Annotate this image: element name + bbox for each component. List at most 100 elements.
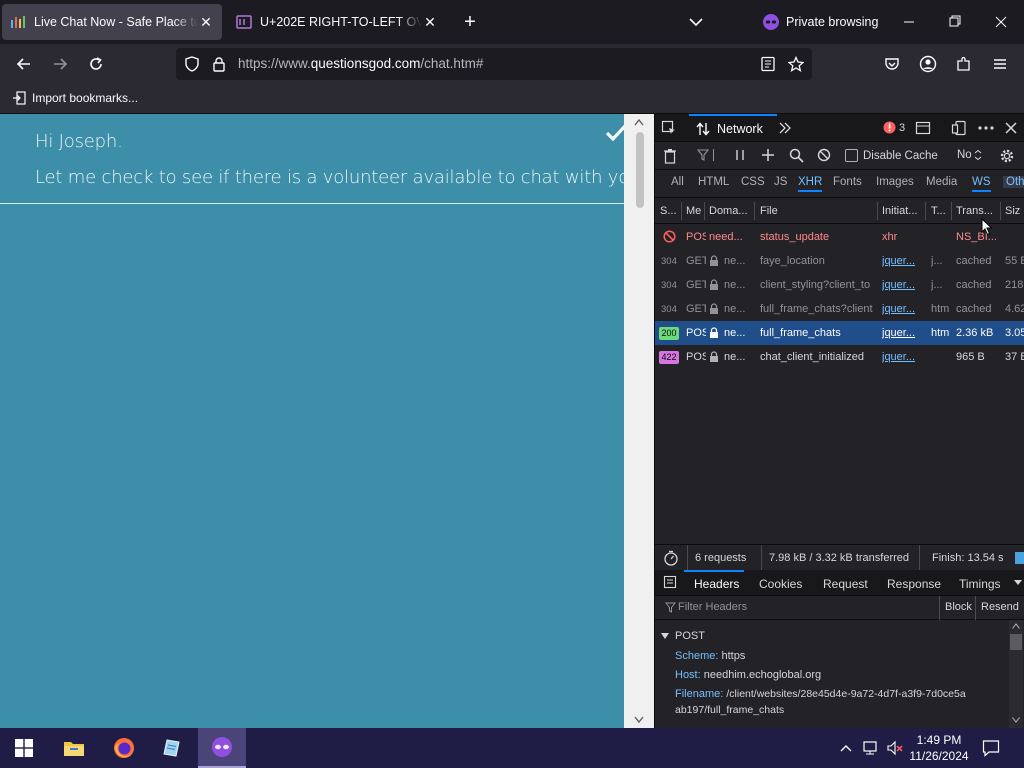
request-row[interactable]: POST need... status_update xhr NS_BI... [655, 225, 1024, 249]
col-transferred[interactable]: Trans... [956, 205, 998, 217]
pocket-icon[interactable] [878, 50, 906, 78]
tab-close-icon[interactable]: ✕ [198, 14, 214, 30]
scroll-up-arrow-icon[interactable] [634, 118, 644, 126]
element-picker-icon[interactable] [661, 120, 677, 136]
details-scrollbar[interactable] [1009, 620, 1023, 728]
new-tab-icon[interactable]: + [458, 10, 482, 34]
req-initiator-link[interactable]: jquer... [882, 351, 924, 363]
filter-html[interactable]: HTML [698, 176, 729, 188]
url-bar[interactable]: https://www.questionsgod.com/chat.htm# [176, 48, 812, 80]
volume-muted-icon[interactable] [886, 740, 904, 756]
request-row-selected[interactable]: 200 POST ne... full_frame_chats jquer...… [655, 321, 1024, 345]
collapse-triangle-icon[interactable] [661, 632, 669, 640]
private-firefox-taskbar-icon[interactable] [198, 728, 246, 768]
filter-css[interactable]: CSS [741, 176, 765, 188]
lock-icon[interactable] [212, 56, 226, 72]
throttling-select[interactable]: No [957, 149, 982, 161]
notepad-icon[interactable] [148, 728, 196, 768]
split-console-icon[interactable] [915, 120, 931, 136]
request-row[interactable]: 304 GET ne... full_frame_chats?client jq… [655, 297, 1024, 321]
filter-js[interactable]: JS [774, 176, 787, 188]
filter-other[interactable]: Other [1003, 176, 1024, 188]
reader-view-icon[interactable] [760, 56, 776, 72]
block-url-icon[interactable] [817, 148, 831, 162]
tracking-protection-shield-icon[interactable] [184, 56, 200, 72]
search-icon[interactable] [789, 148, 804, 163]
filter-images[interactable]: Images [876, 176, 914, 188]
notifications-icon[interactable] [982, 739, 1000, 757]
back-arrow-icon[interactable] [10, 50, 38, 78]
scroll-down-arrow-icon[interactable] [1012, 717, 1020, 723]
start-windows-icon[interactable] [0, 728, 48, 768]
bookmark-star-icon[interactable] [788, 56, 804, 72]
close-window-icon[interactable] [992, 12, 1010, 32]
network-settings-gear-icon[interactable] [999, 148, 1015, 164]
request-row[interactable]: 304 GET ne... client_styling?client_to j… [655, 273, 1024, 297]
extensions-puzzle-icon[interactable] [950, 50, 978, 78]
block-button[interactable]: Block [945, 601, 972, 613]
close-devtools-icon[interactable] [1003, 120, 1019, 136]
hamburger-menu-icon[interactable] [986, 50, 1014, 78]
scroll-up-arrow-icon[interactable] [1012, 623, 1020, 629]
url-text[interactable]: https://www.questionsgod.com/chat.htm# [238, 56, 483, 71]
filter-xhr[interactable]: XHR [798, 176, 823, 192]
col-status[interactable]: S... [660, 205, 680, 217]
resend-button[interactable]: Resend [981, 601, 1019, 613]
col-domain[interactable]: Doma... [709, 205, 753, 217]
toggle-sidebar-icon[interactable] [663, 575, 677, 589]
checkbox-box[interactable] [845, 149, 858, 162]
disable-cache-checkbox[interactable]: Disable Cache [845, 149, 938, 162]
filter-all[interactable]: All [671, 176, 684, 188]
req-initiator-link[interactable]: jquer... [882, 255, 924, 267]
col-method[interactable]: Me [686, 205, 706, 217]
tab-live-chat[interactable]: Live Chat Now - Safe Place to talk ✕ [2, 4, 222, 40]
minimize-icon[interactable] [900, 12, 918, 32]
more-tools-chevron-icon[interactable] [777, 120, 793, 136]
request-row[interactable]: 304 GET ne... faye_location jquer... j..… [655, 249, 1024, 273]
filter-urls-input[interactable] [685, 147, 731, 165]
import-bookmarks-button[interactable]: Import bookmarks... [12, 91, 138, 105]
col-initiator[interactable]: Initiat... [882, 205, 924, 217]
restore-icon[interactable] [946, 12, 964, 32]
tab-request[interactable]: Request [823, 577, 868, 591]
account-icon[interactable] [914, 50, 942, 78]
list-tabs-chevron-icon[interactable] [686, 12, 706, 32]
request-method-heading[interactable]: POST [675, 630, 705, 642]
filter-media[interactable]: Media [926, 176, 957, 188]
tab-network[interactable]: Network [689, 114, 777, 142]
req-initiator-link[interactable]: jquer... [882, 327, 924, 339]
filter-ws[interactable]: WS [972, 176, 991, 192]
filter-fonts[interactable]: Fonts [833, 176, 862, 188]
performance-timer-icon[interactable] [663, 550, 679, 566]
tab-timings[interactable]: Timings [959, 577, 1001, 591]
reload-icon[interactable] [82, 50, 110, 78]
page-scrollbar[interactable] [624, 114, 654, 728]
forward-arrow-icon[interactable] [46, 50, 74, 78]
firefox-icon[interactable] [100, 728, 148, 768]
tab-close-icon[interactable]: ✕ [422, 14, 438, 30]
tab-headers[interactable]: Headers [694, 577, 739, 591]
tab-cookies[interactable]: Cookies [759, 577, 802, 591]
scroll-thumb[interactable] [636, 132, 644, 208]
req-initiator-link[interactable]: jquer... [882, 303, 924, 315]
error-count-badge[interactable]: 3 [883, 121, 905, 134]
clear-trash-icon[interactable] [663, 148, 677, 164]
responsive-design-icon[interactable] [951, 120, 967, 136]
col-type[interactable]: T... [931, 205, 951, 217]
scroll-thumb[interactable] [1010, 634, 1022, 650]
more-options-icon[interactable] [977, 120, 995, 136]
tab-response[interactable]: Response [887, 577, 941, 591]
req-initiator-link[interactable]: jquer... [882, 279, 924, 291]
request-row[interactable]: 422 POST ne... chat_client_initialized j… [655, 345, 1024, 369]
scroll-down-arrow-icon[interactable] [634, 716, 644, 724]
tab-rtl-override[interactable]: U+202E RIGHT-TO-LEFT OVERRIDE ✕ [228, 4, 446, 40]
col-file[interactable]: File [760, 205, 876, 217]
add-request-plus-icon[interactable] [761, 148, 775, 162]
pause-icon[interactable] [733, 148, 747, 162]
system-clock[interactable]: 1:49 PM 11/26/2024 [908, 732, 970, 764]
col-size[interactable]: Siz [1005, 205, 1024, 217]
more-tabs-chevron-icon[interactable] [1013, 579, 1023, 587]
filter-headers-input[interactable]: Filter Headers [678, 601, 747, 613]
network-status-icon[interactable] [862, 740, 880, 756]
file-explorer-icon[interactable] [50, 728, 98, 768]
